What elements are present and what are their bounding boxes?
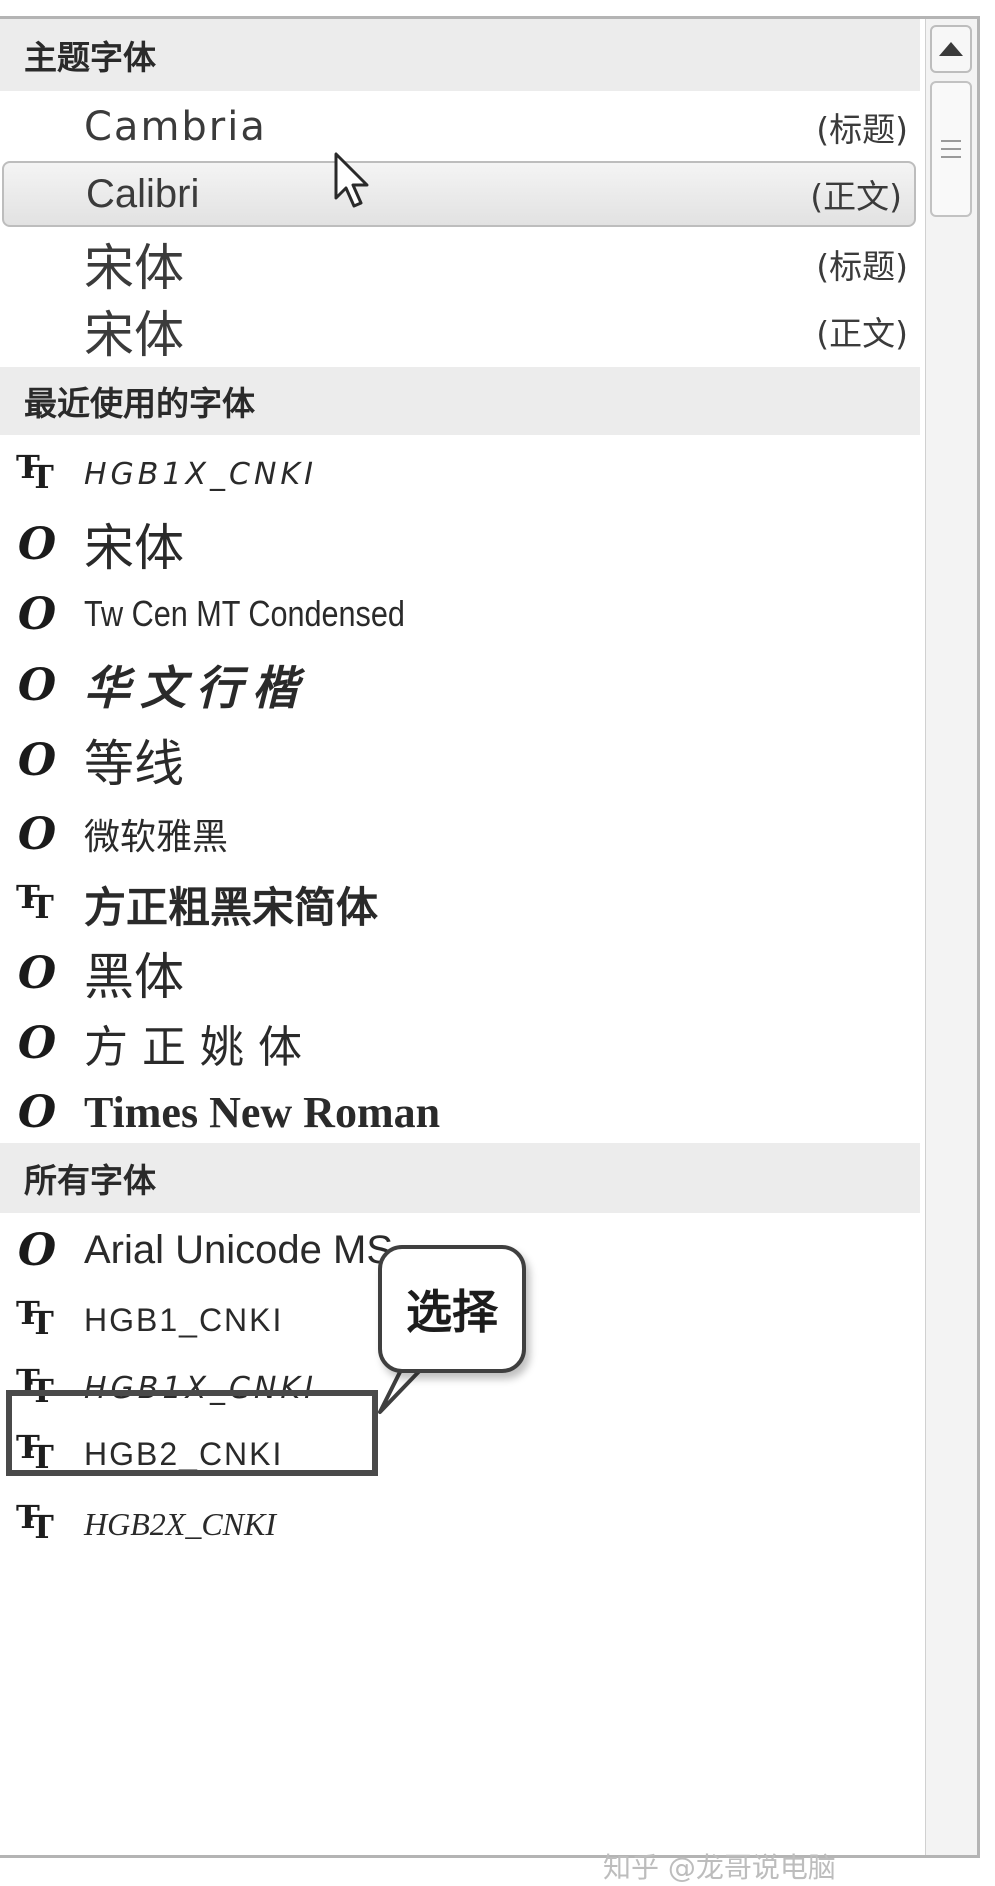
font-name: 宋体 [84, 239, 184, 297]
truetype-icon: TT [16, 448, 54, 496]
font-list: 主题字体 Cambria (标题) Calibri (正文) 宋体 (标题) 宋… [0, 19, 920, 1855]
mouse-cursor-icon [334, 152, 369, 208]
theme-font-item-cambria[interactable]: Cambria (标题) [0, 93, 920, 161]
theme-font-item-calibri[interactable]: Calibri (正文) [2, 161, 916, 227]
opentype-icon: O [17, 1017, 57, 1069]
font-name: Calibri [86, 171, 200, 216]
vertical-scrollbar[interactable] [925, 19, 977, 1855]
callout-label: 选择 [406, 1285, 498, 1339]
section-header-label: 主题字体 [24, 38, 156, 77]
font-role-tag: (正文) [810, 177, 902, 216]
font-name: 微软雅黑 [84, 817, 229, 858]
font-name: Cambria [84, 104, 267, 150]
font-name: HGB2X_CNKI [84, 1505, 276, 1542]
recent-font-item[interactable]: O 宋体 [0, 509, 920, 579]
section-header-theme-fonts: 主题字体 [0, 19, 920, 91]
truetype-icon: TT [16, 1294, 54, 1342]
font-name: Times New Roman [84, 1087, 441, 1137]
recent-font-item[interactable]: O 黑体 [0, 937, 920, 1009]
recent-font-item[interactable]: O Tw Cen MT Condensed [0, 579, 920, 649]
font-name: 宋体 [84, 519, 184, 577]
font-dropdown-list: 主题字体 Cambria (标题) Calibri (正文) 宋体 (标题) 宋… [0, 16, 980, 1858]
font-name: HGB1_CNKI [84, 1301, 284, 1338]
font-name: 黑体 [84, 948, 184, 1006]
font-name: 华文行楷 [84, 661, 308, 715]
section-header-label: 最近使用的字体 [24, 384, 255, 423]
font-name: Tw Cen MT Condensed [84, 593, 405, 634]
section-header-label: 所有字体 [24, 1161, 156, 1200]
recent-font-item[interactable]: O 等线 [0, 723, 920, 797]
font-role-tag: (标题) [816, 247, 908, 286]
scroll-up-arrow-icon[interactable] [930, 25, 972, 73]
section-header-all-fonts: 所有字体 [0, 1143, 920, 1213]
grip-icon [941, 140, 961, 158]
theme-font-item-songti-body[interactable]: 宋体 (正文) [0, 299, 920, 364]
opentype-icon: O [17, 947, 57, 999]
font-name: 等线 [84, 735, 184, 793]
scroll-thumb[interactable] [930, 81, 972, 217]
opentype-icon: O [17, 734, 57, 786]
font-name: 宋体 [84, 306, 184, 364]
recent-font-item[interactable]: O 方正姚体 [0, 1007, 920, 1079]
truetype-icon: TT [16, 878, 54, 926]
selection-highlight-box [6, 1390, 378, 1476]
watermark: 知乎 @龙哥说电脑 [603, 1851, 836, 1884]
opentype-icon: O [17, 659, 57, 711]
section-header-recent-fonts: 最近使用的字体 [0, 367, 920, 435]
font-name: Arial Unicode MS [84, 1227, 394, 1272]
font-role-tag: (正文) [816, 314, 908, 353]
font-name: 方正粗黑宋简体 [84, 882, 379, 932]
all-font-item[interactable]: TT HGB2X_CNKI [0, 1489, 920, 1559]
recent-font-item[interactable]: O 微软雅黑 [0, 799, 920, 869]
recent-font-item[interactable]: O 华文行楷 [0, 649, 920, 721]
recent-font-item[interactable]: TT HGB1X_CNKI [0, 441, 920, 507]
opentype-icon: O [17, 588, 57, 640]
recent-font-item[interactable]: O Times New Roman [0, 1077, 920, 1147]
font-name: HGB1X_CNKI [84, 456, 317, 492]
opentype-icon: O [17, 518, 57, 570]
callout-bubble: 选择 [378, 1245, 526, 1373]
recent-font-item[interactable]: TT 方正粗黑宋简体 [0, 869, 920, 939]
theme-font-item-songti-heading[interactable]: 宋体 (标题) [0, 231, 920, 297]
font-name: 方正姚体 [84, 1022, 316, 1073]
truetype-icon: TT [16, 1498, 54, 1546]
opentype-icon: O [17, 808, 57, 860]
font-role-tag: (标题) [816, 110, 908, 149]
opentype-icon: O [17, 1224, 57, 1276]
opentype-icon: O [17, 1086, 57, 1138]
